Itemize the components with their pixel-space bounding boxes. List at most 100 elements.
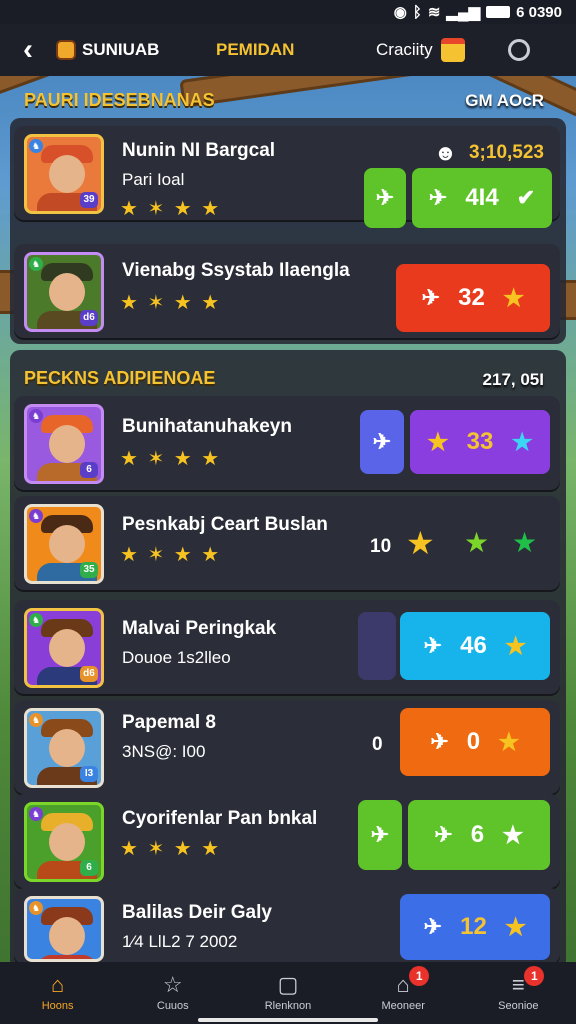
action-value: 33 bbox=[466, 428, 494, 455]
app-title[interactable]: SUNIUAB bbox=[56, 40, 216, 60]
send-icon: ✈ bbox=[423, 633, 443, 658]
status-bar: ◉ ᛒ ≋ ▂▄▆ 6 0390 bbox=[0, 0, 576, 24]
tab-active[interactable]: PEMIDAN bbox=[216, 40, 376, 60]
level-badge: 35 bbox=[80, 562, 98, 578]
action-button[interactable]: ★ 33 ★ bbox=[410, 410, 550, 474]
rank-badge-icon: ♞ bbox=[29, 613, 43, 627]
list-item[interactable]: ♞ 39 Nunin NI Bargcal Pari Ioal ★ ✶ ★ ★ … bbox=[14, 126, 560, 228]
trophy-icon: ☻ bbox=[433, 140, 457, 165]
rating-stars: ★ ✶ ★ ★ bbox=[120, 838, 222, 860]
action-button[interactable]: ✈ 12 ★ bbox=[400, 894, 550, 960]
star-icon[interactable]: ★ bbox=[512, 526, 537, 559]
player-subtitle: 1⁄4 LlL2 7 2002 bbox=[122, 932, 238, 951]
list-item[interactable]: ♞ 6 Bunihatanuhakeyn ★ ✶ ★ ★ ✈ ★ 33 ★ bbox=[14, 396, 560, 490]
avatar: ♞ bbox=[24, 896, 104, 962]
star-outline-icon: ☆ bbox=[162, 972, 183, 997]
action-button[interactable]: ✈ 4I4 ✔ bbox=[412, 168, 552, 228]
share-button[interactable]: ✈ bbox=[364, 168, 406, 228]
level-badge: d6 bbox=[80, 310, 98, 326]
rating-stars: ★ ✶ ★ ★ bbox=[120, 198, 222, 220]
player-subtitle: 3NS@: I00 bbox=[122, 742, 206, 761]
send-icon: ✈ bbox=[434, 822, 453, 847]
nav-rlenknon[interactable]: ▢ Rlenknon bbox=[240, 972, 336, 1013]
chevron-left-icon: ‹ bbox=[23, 33, 33, 66]
player-name: Vienabg Ssystab Ilaengla bbox=[122, 260, 350, 281]
section-count: 217, 05I bbox=[482, 370, 544, 389]
wifi-icon: ≋ bbox=[427, 4, 441, 21]
player-subtitle: Pari Ioal bbox=[122, 170, 185, 189]
action-value: 0 bbox=[466, 728, 481, 755]
star-icon: ★ bbox=[502, 821, 524, 849]
menu-icon: ≡ bbox=[511, 972, 525, 997]
square-icon: ▢ bbox=[277, 972, 299, 997]
rank-badge-icon: ♞ bbox=[29, 901, 43, 915]
home-indicator bbox=[198, 1018, 378, 1022]
nav-seonioe[interactable]: ≡ 1 Seonioe bbox=[470, 966, 566, 1012]
rank-badge-icon: ♞ bbox=[29, 257, 43, 271]
nav-meoneer[interactable]: ⌂ 1 Meoneer bbox=[355, 966, 451, 1012]
list-item[interactable]: ♞ 6 Cyorifenlar Pan bnkal ★ ✶ ★ ★ ✈ ✈ 6 … bbox=[14, 794, 560, 888]
level-badge: 39 bbox=[80, 192, 98, 208]
nav-label: Hoons bbox=[41, 1000, 74, 1012]
action-button[interactable]: ✈ 46 ★ bbox=[400, 612, 550, 680]
share-icon: ✈ bbox=[375, 185, 395, 210]
list-item[interactable]: ♞ 35 Pesnkabj Ceart Buslan ★ ✶ ★ ★ 10 ★ … bbox=[14, 496, 560, 590]
back-button[interactable]: ‹ bbox=[0, 35, 56, 65]
check-icon: ✔ bbox=[516, 185, 536, 210]
notification-badge: 1 bbox=[409, 966, 430, 986]
capacity-label: Craciity bbox=[376, 40, 433, 59]
score-display: ☻ 3;10,523 bbox=[434, 140, 544, 166]
house-icon: ⌂ bbox=[396, 972, 410, 997]
avatar: ♞ d6 bbox=[24, 608, 104, 688]
send-icon: ✈ bbox=[423, 914, 443, 939]
share-button[interactable]: ✈ bbox=[358, 800, 402, 870]
action-value: 12 bbox=[460, 913, 487, 940]
share-icon: ✈ bbox=[370, 822, 390, 847]
action-button[interactable]: ✈ 32 ★ bbox=[396, 264, 550, 332]
player-name: Cyorifenlar Pan bnkal bbox=[122, 808, 318, 829]
top-header: ‹ SUNIUAB PEMIDAN Craciity bbox=[0, 24, 576, 76]
avatar: ♞ 35 bbox=[24, 504, 104, 584]
list-item[interactable]: ♞ d6 Vienabg Ssystab Ilaengla ★ ✶ ★ ★ ✈ … bbox=[14, 244, 560, 338]
nav-home[interactable]: ⌂ Hoons bbox=[10, 972, 106, 1013]
home-icon: ⌂ bbox=[50, 972, 65, 997]
list-item[interactable]: ♞ Balilas Deir Galy 1⁄4 LlL2 7 2002 ✈ 12… bbox=[14, 888, 560, 964]
action-value: 32 bbox=[458, 284, 485, 311]
settings-icon[interactable] bbox=[508, 39, 530, 61]
level-badge: d6 bbox=[80, 666, 98, 682]
avatar: ♞ 6 bbox=[24, 802, 104, 882]
rating-stars: ★ ✶ ★ ★ bbox=[120, 292, 222, 314]
star-icon[interactable]: ★ bbox=[464, 526, 489, 559]
action-button[interactable]: ✈ 6 ★ bbox=[408, 800, 550, 870]
list-item[interactable]: ♞ I3 Papemal 8 3NS@: I00 0 ✈ 0 ★ bbox=[14, 700, 560, 794]
nav-label: Cuuos bbox=[156, 1000, 189, 1012]
action-button[interactable]: ✈ 0 ★ bbox=[400, 708, 550, 776]
level-badge: I3 bbox=[80, 766, 98, 782]
placeholder-slot[interactable] bbox=[358, 612, 396, 680]
player-name: Bunihatanuhakeyn bbox=[122, 416, 292, 437]
rating-stars: ★ ✶ ★ ★ bbox=[120, 448, 222, 470]
action-value: 46 bbox=[460, 632, 487, 659]
star-icon: ★ bbox=[502, 284, 525, 312]
list-item[interactable]: ♞ d6 Malvai Peringkak Douoe 1s2lleo ✈ 46… bbox=[14, 600, 560, 694]
send-icon: ✈ bbox=[430, 729, 449, 754]
action-value: 4I4 bbox=[465, 184, 499, 211]
notification-icon: ◉ bbox=[393, 4, 407, 21]
share-button[interactable]: ✈ bbox=[360, 410, 404, 474]
bluetooth-icon: ᛒ bbox=[412, 3, 422, 21]
capacity-button[interactable]: Craciity bbox=[376, 38, 496, 62]
rank-badge-icon: ♞ bbox=[29, 139, 43, 153]
star-icon: ★ bbox=[511, 428, 533, 456]
level-badge: 6 bbox=[80, 860, 98, 876]
status-time: 6 0390 bbox=[516, 3, 562, 21]
star-icon: ★ bbox=[498, 728, 520, 756]
rank-badge-icon: ♞ bbox=[29, 807, 43, 821]
star-icon[interactable]: ★ bbox=[406, 524, 435, 562]
player-name: Malvai Peringkak bbox=[122, 618, 277, 639]
nav-label: Seonioe bbox=[498, 1000, 539, 1012]
player-name: Pesnkabj Ceart Buslan bbox=[122, 514, 328, 535]
section-title: PAURI IDESEBNANAS bbox=[24, 90, 215, 110]
nav-cuuos[interactable]: ☆ Cuuos bbox=[125, 972, 221, 1013]
rank-badge-icon: ♞ bbox=[29, 409, 43, 423]
section-count: GM AOcR bbox=[465, 91, 544, 110]
